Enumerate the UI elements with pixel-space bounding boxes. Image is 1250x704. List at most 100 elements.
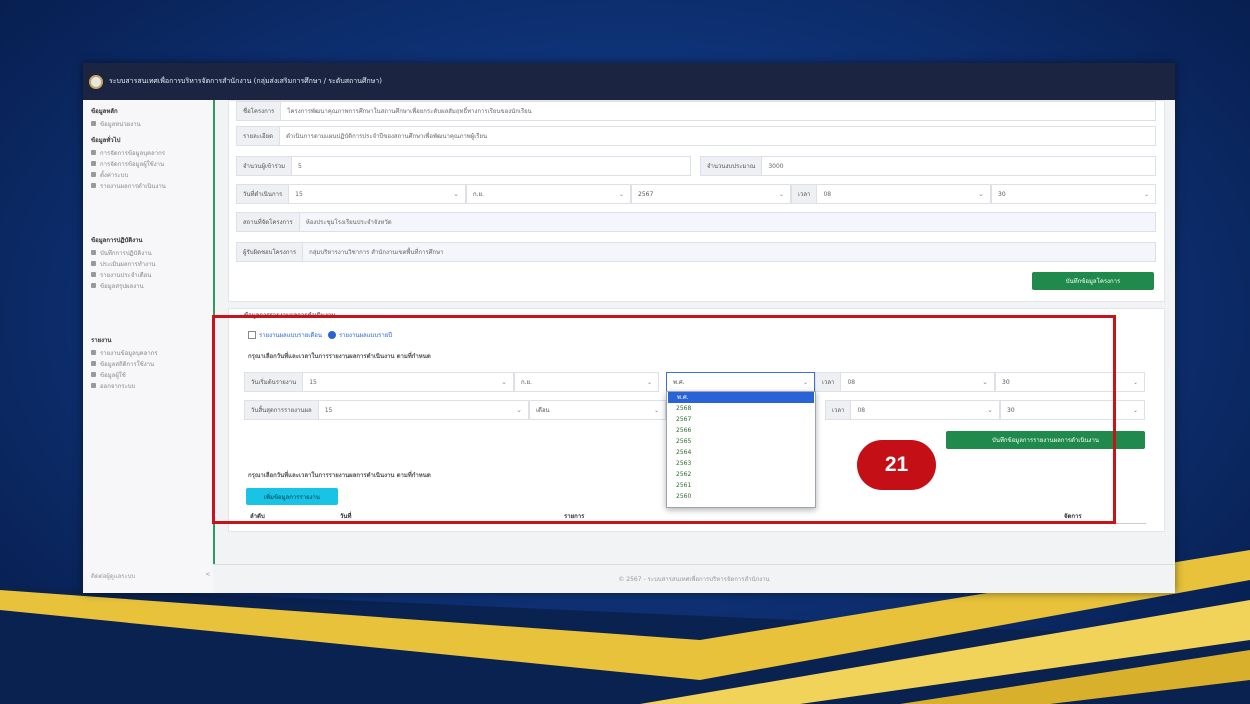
start-hour-select[interactable]: เวลา 08 ⌄ [815,372,995,392]
sidebar-item[interactable]: รายงานผลการดำเนินงาน [91,180,213,191]
project-year-select[interactable]: 2567 ⌄ [631,184,791,204]
app-logo [89,74,103,89]
sidebar-item[interactable]: รายงานประจำเดือน [91,269,213,280]
project-minute-value: 30 [998,190,1006,198]
project-name-value[interactable]: โครงการพัฒนาคุณภาพการศึกษาในสถานศึกษาเพื… [281,106,537,116]
end-time-label: เวลา [826,401,852,419]
year-option[interactable]: 2568 [667,403,815,414]
end-hour-select[interactable]: เวลา 08 ⌄ [825,400,1000,420]
report-instruction: กรุณาเลือกวันที่และเวลาในการรายงานผลการด… [248,353,431,360]
sidebar-section-heading: รายงาน [91,337,112,344]
option-monthly[interactable]: รายงานผลแบบรายเดือน [259,330,322,340]
end-day-select[interactable]: วันสิ้นสุดการรายงานผล 15 ⌄ [244,400,529,420]
project-hour-value: 08 [823,190,832,198]
report-table-header: ลำดับ วันที่ รายการ จัดการ [246,511,1146,524]
sidebar-section-heading: ข้อมูลหลัก [91,108,118,115]
project-date-day[interactable]: วันที่ดำเนินการ 15 ⌄ [236,184,466,204]
project-date-label: วันที่ดำเนินการ [237,185,290,203]
sidebar-footer-link[interactable]: ติดต่อผู้ดูแลระบบ [91,571,135,581]
table-header-item: รายการ [564,513,585,520]
project-detail-row: รายละเอียด ดำเนินการตามแผนปฏิบัติการประจ… [236,126,1156,146]
start-month-value: ก.ย. [521,379,532,386]
save-project-button[interactable]: บันทึกข้อมูลโครงการ [1032,272,1154,290]
sidebar-item-label: ออกจากระบบ [100,382,136,390]
start-year-select[interactable]: พ.ศ. ⌄ [666,372,815,392]
budget-input[interactable]: 3000 [762,163,789,170]
sidebar-section-heading: ข้อมูลทั่วไป [91,137,121,144]
year-option[interactable]: 2566 [667,425,815,436]
year-option[interactable]: 2565 [667,436,815,447]
save-report-button[interactable]: บันทึกข้อมูลการรายงานผลการดำเนินงาน [946,431,1145,449]
start-month-select[interactable]: ก.ย. ⌄ [514,372,659,392]
app-title: ระบบสารสนเทศเพื่อการบริหารจัดการสำนักงาน… [109,77,382,85]
project-month-value: ก.ย. [473,191,484,198]
project-day-value: 15 [295,190,303,198]
project-hour-select[interactable]: เวลา 08 ⌄ [791,184,991,204]
menu-icon [91,272,96,277]
end-month-select[interactable]: เดือน ⌄ [529,400,666,420]
location-row: สถานที่จัดโครงการ ห้องประชุมโรงเรียนประจ… [236,212,1156,232]
year-option[interactable]: พ.ศ. [668,392,814,403]
start-day-value: 15 [309,378,317,386]
project-name-row: ชื่อโครงการ โครงการพัฒนาคุณภาพการศึกษาใน… [236,101,1156,121]
page-footer: © 2567 - ระบบสารสนเทศเพื่อการบริหารจัดกา… [213,564,1175,593]
year-option[interactable]: 2564 [667,447,815,458]
start-day-select[interactable]: วันเริ่มต้นรายงาน 15 ⌄ [244,372,514,392]
add-report-button[interactable]: เพิ่มข้อมูลการรายงาน [246,488,338,505]
participants-input[interactable]: 5 [292,163,308,170]
sidebar-item[interactable]: ข้อมูลหน่วยงาน [91,118,213,129]
calendar-icon [248,331,256,339]
year-option[interactable]: 2563 [667,458,815,469]
responsible-value[interactable]: กลุ่มบริหารงานวิชาการ สำนักงานเขตพื้นที่… [303,247,449,257]
sidebar-item[interactable]: ออกจากระบบ [91,380,213,391]
sidebar-item[interactable]: ข้อมูลผู้ใช้ [91,369,213,380]
sidebar-section-heading: ข้อมูลการปฏิบัติงาน [91,237,143,244]
sidebar-item-label: การจัดการข้อมูลผู้ใช้งาน [100,160,165,168]
year-option[interactable]: 2567 [667,414,815,425]
project-year-value: 2567 [638,190,654,198]
end-minute-select[interactable]: 30 ⌄ [1000,400,1145,420]
menu-icon [91,250,96,255]
start-minute-select[interactable]: 30 ⌄ [995,372,1145,392]
participants-row: จำนวนผู้เข้าร่วม 5 [236,156,691,176]
project-month-select[interactable]: ก.ย. ⌄ [466,184,631,204]
option-yearly[interactable]: รายงานผลแบบรายปี [339,330,392,340]
sidebar-item[interactable]: ประเมินผลการทำงาน [91,258,213,269]
sidebar-collapse-icon[interactable]: < [205,571,210,581]
menu-icon [91,172,96,177]
sidebar-section: ข้อมูลหลักข้อมูลหน่วยงาน [83,106,213,129]
sidebar-section: รายงานรายงานข้อมูลบุคลากรข้อมูลสถิติการใ… [83,335,213,391]
end-hour-value: 08 [857,406,866,414]
sidebar-item[interactable]: ตั้งค่าระบบ [91,169,213,180]
sidebar-item-label: รายงานผลการดำเนินงาน [100,182,166,190]
sidebar-item-label: บันทึกการปฏิบัติงาน [100,249,152,257]
sidebar-item[interactable]: ข้อมูลสถิติการใช้งาน [91,358,213,369]
year-option[interactable]: 2562 [667,469,815,480]
year-option[interactable]: 2560 [667,491,815,502]
table-header-no: ลำดับ [250,513,265,520]
chevron-down-icon: ⌄ [778,190,784,198]
menu-icon [91,150,96,155]
sidebar-item-label: รายงานประจำเดือน [100,271,152,279]
sidebar-item[interactable]: การจัดการข้อมูลบุคลากร [91,147,213,158]
year-option[interactable]: 2561 [667,480,815,491]
table-header-date: วันที่ [340,513,352,520]
chevron-down-icon: ⌄ [802,378,808,386]
sidebar-item[interactable]: รายงานข้อมูลบุคลากร [91,347,213,358]
start-date-label: วันเริ่มต้นรายงาน [245,373,304,391]
end-minute-value: 30 [1007,406,1015,414]
location-value[interactable]: ห้องประชุมโรงเรียนประจำจังหวัด [300,217,398,227]
sidebar-section: ข้อมูลการปฏิบัติงานบันทึกการปฏิบัติงาน ปร… [83,235,213,291]
sidebar-item-label: ข้อมูลสถิติการใช้งาน [100,360,155,368]
project-detail-value[interactable]: ดำเนินการตามแผนปฏิบัติการประจำปีของสถานศ… [280,131,493,141]
footer-text: © 2567 - ระบบสารสนเทศเพื่อการบริหารจัดกา… [618,576,770,583]
project-minute-select[interactable]: 30 ⌄ [991,184,1156,204]
chevron-down-icon: ⌄ [653,406,659,414]
radio-yearly[interactable] [327,331,336,339]
sidebar-section: ข้อมูลทั่วไปการจัดการข้อมูลบุคลากรการจัด… [83,135,213,191]
sidebar-item[interactable]: การจัดการข้อมูลผู้ใช้งาน [91,158,213,169]
menu-icon [91,161,96,166]
sidebar-item[interactable]: ข้อมูลสรุปผลงาน [91,280,213,291]
chevron-down-icon: ⌄ [1132,406,1138,414]
sidebar-item[interactable]: บันทึกการปฏิบัติงาน [91,247,213,258]
